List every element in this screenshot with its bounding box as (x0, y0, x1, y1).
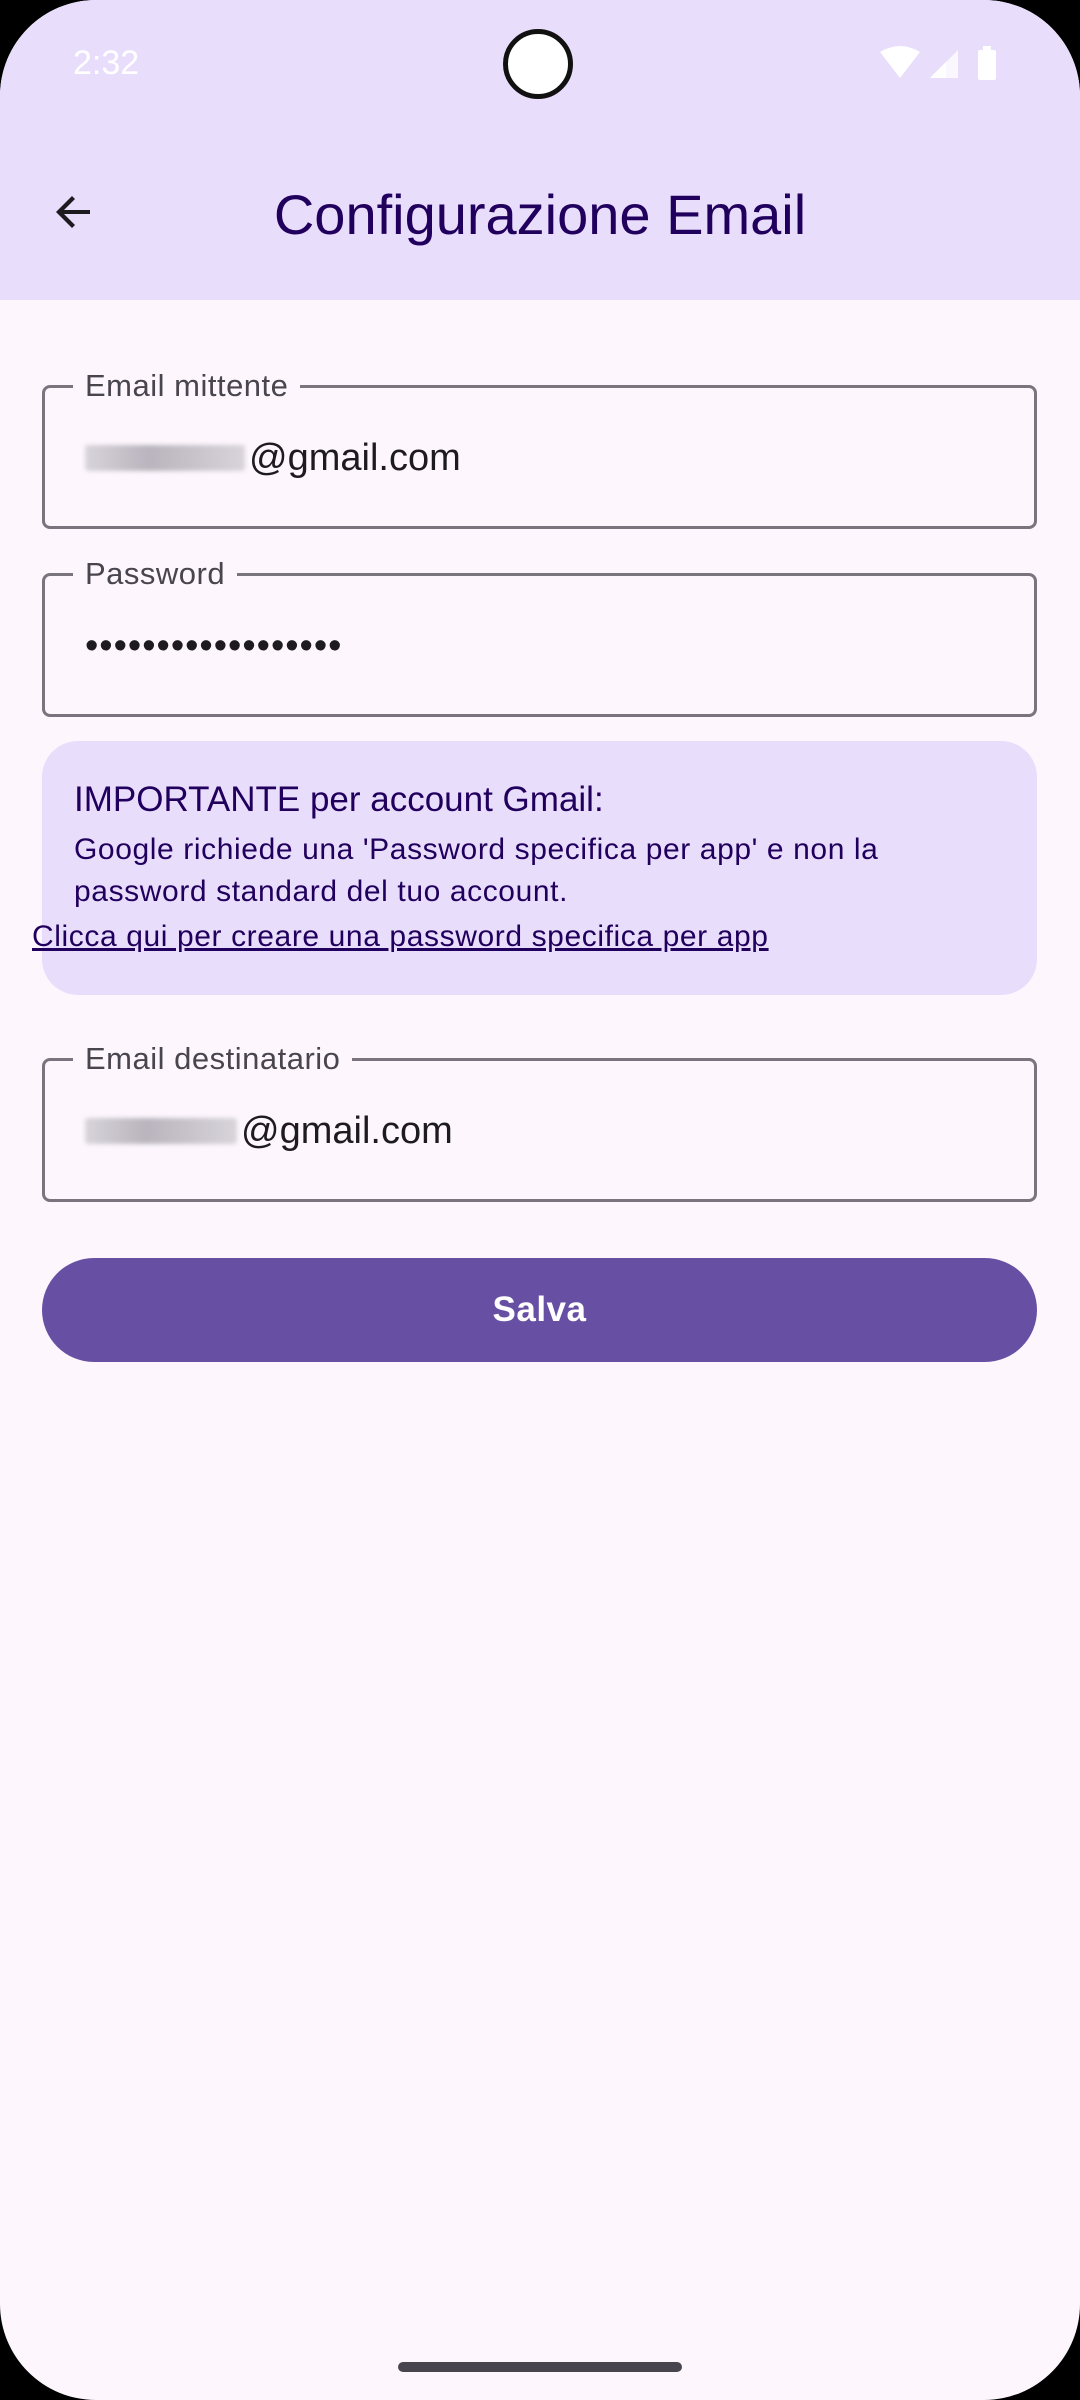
wifi-icon (880, 46, 920, 78)
info-card-title: IMPORTANTE per account Gmail: (74, 780, 604, 819)
recipient-email-field[interactable]: Email destinatario @gmail.com (42, 1039, 1037, 1202)
sender-email-suffix: @gmail.com (249, 437, 461, 479)
password-value: •••••••••••••••••• (85, 625, 343, 667)
page-title: Configurazione Email (273, 183, 807, 246)
battery-icon (978, 46, 996, 80)
save-button[interactable]: Salva (42, 1258, 1037, 1362)
sender-email-value: @gmail.com (85, 432, 461, 484)
recipient-email-value: @gmail.com (85, 1105, 453, 1157)
password-field[interactable]: Password •••••••••••••••••• (42, 554, 1037, 717)
info-card-text: Google richiede una 'Password specifica … (74, 833, 879, 908)
status-time: 2:32 (73, 44, 140, 82)
password-label: Password (73, 554, 238, 594)
sender-email-field[interactable]: Email mittente @gmail.com (42, 366, 1037, 529)
home-indicator[interactable] (398, 2362, 682, 2372)
cellular-signal-icon (930, 50, 958, 78)
redacted-text (85, 445, 245, 471)
redacted-text (85, 1118, 237, 1144)
screen: 2:32 Configurazione Email Email mittente (0, 0, 1080, 2400)
sender-email-label: Email mittente (73, 366, 301, 406)
recipient-email-label: Email destinatario (73, 1039, 353, 1079)
camera-cutout (503, 29, 573, 99)
recipient-email-suffix: @gmail.com (241, 1110, 453, 1152)
status-icons (880, 46, 1010, 82)
app-password-link[interactable]: Clicca qui per creare una password speci… (32, 917, 769, 957)
